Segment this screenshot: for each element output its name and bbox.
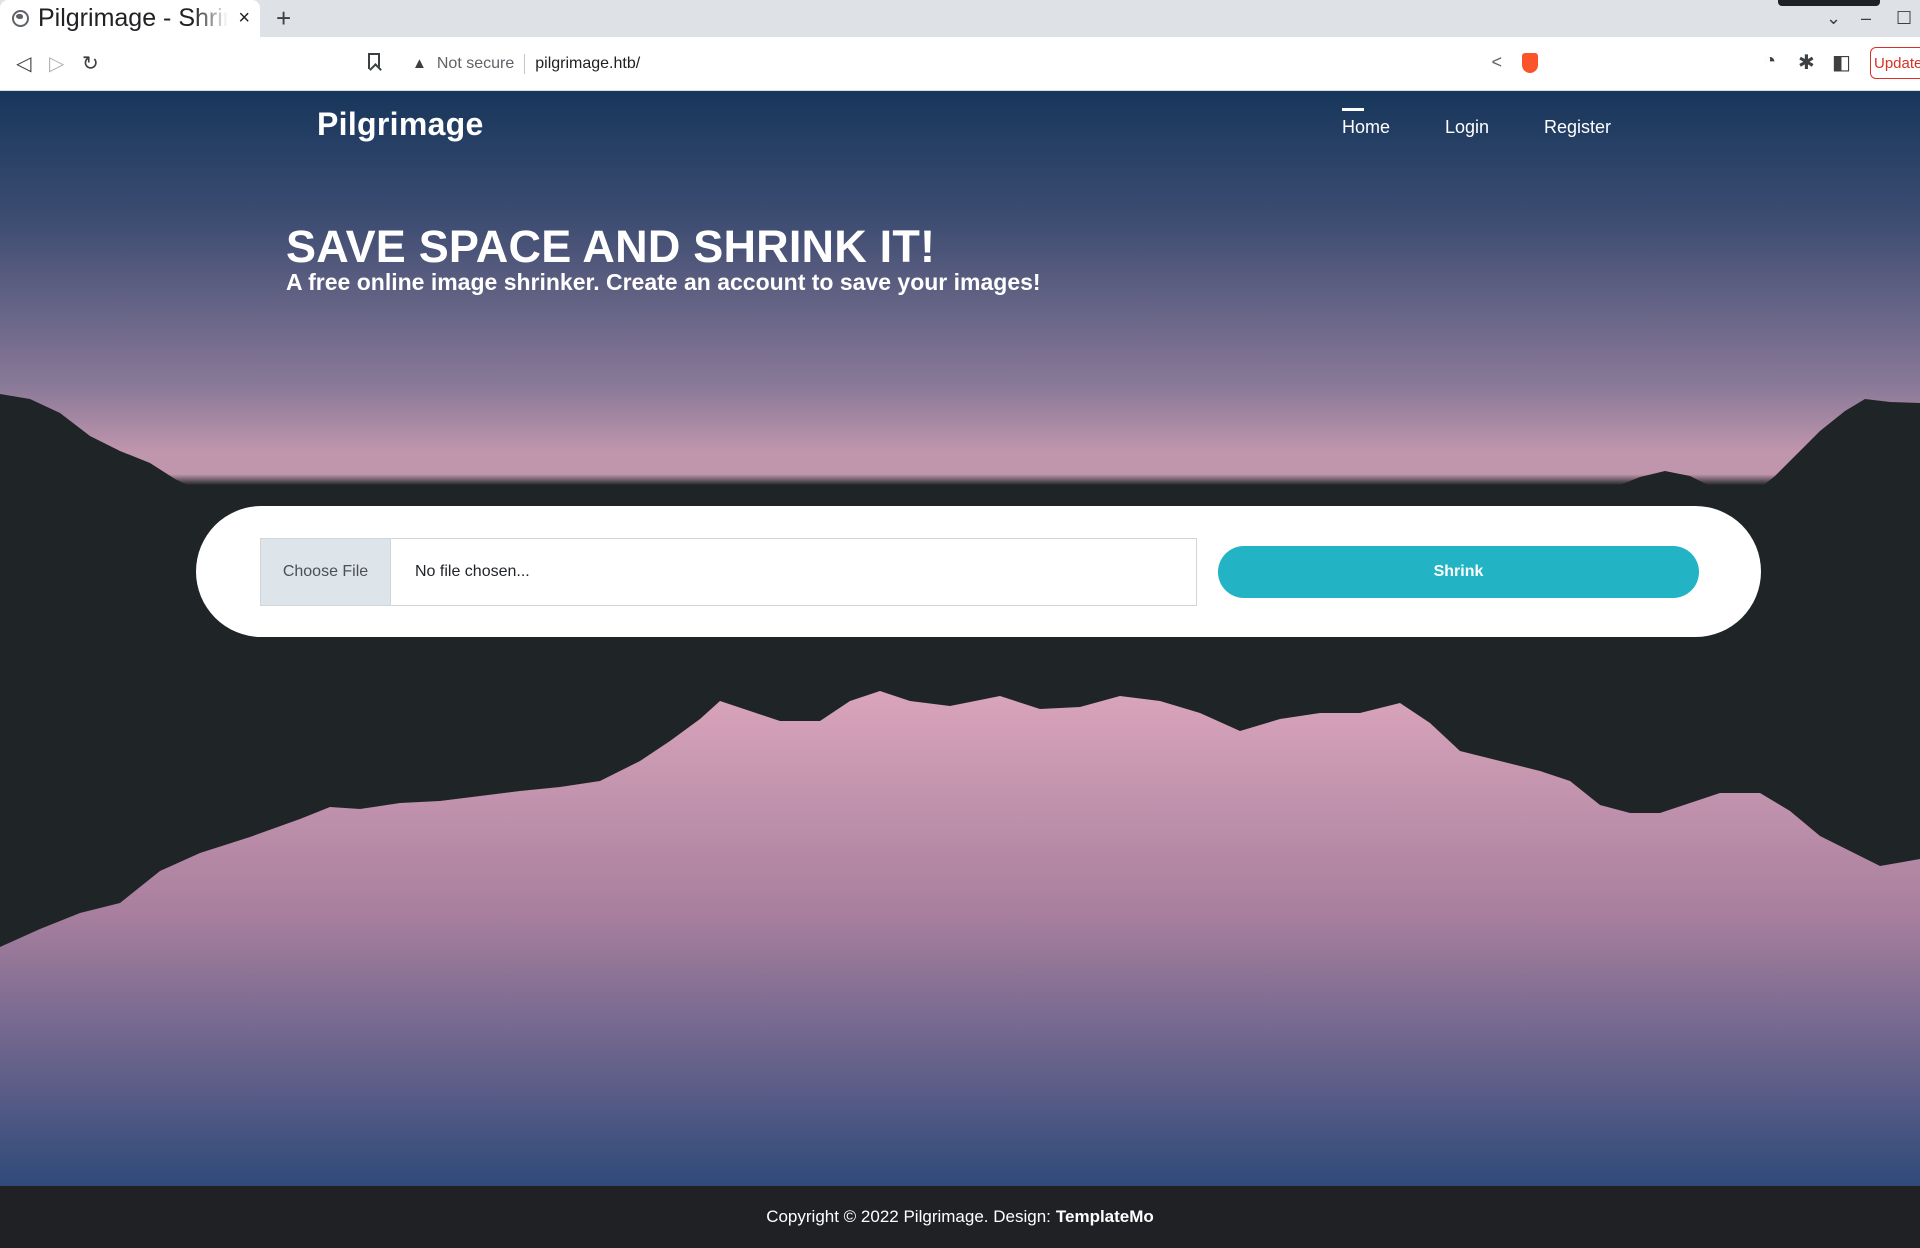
sidebar-icon[interactable]: ◧: [1832, 50, 1851, 75]
extension-icon[interactable]: ◔: [1764, 50, 1776, 73]
update-button[interactable]: Update: [1870, 47, 1920, 79]
nav-active-indicator: [1342, 108, 1364, 111]
mountain-right-silhouette: [1582, 399, 1920, 506]
hero-subtitle: A free online image shrinker. Create an …: [286, 269, 1041, 295]
nav-register-link[interactable]: Register: [1544, 117, 1611, 138]
url-text[interactable]: pilgrimage.htb/: [535, 55, 640, 73]
back-icon[interactable]: ◁: [16, 51, 31, 76]
site-footer: Copyright © 2022 Pilgrimage. Design: Tem…: [0, 1186, 1920, 1248]
footer-copyright: Copyright © 2022 Pilgrimage. Design:: [766, 1207, 1051, 1226]
brave-shield-icon[interactable]: [1522, 53, 1538, 73]
address-separator: [524, 53, 526, 74]
share-icon[interactable]: <: [1491, 52, 1502, 73]
site-logo[interactable]: Pilgrimage: [317, 106, 484, 143]
minimize-window-icon[interactable]: –: [1861, 8, 1871, 29]
browser-tab-strip: Pilgrimage - Shrink Your Images × + ⌄ – …: [0, 0, 1920, 37]
globe-icon: [12, 10, 29, 27]
nav-home-link[interactable]: Home: [1342, 117, 1390, 138]
puzzle-icon[interactable]: ✱: [1798, 50, 1815, 75]
choose-file-button[interactable]: Choose File: [261, 539, 391, 605]
profile-indicator: [1778, 0, 1880, 6]
nav-login-link[interactable]: Login: [1445, 117, 1489, 138]
page-viewport: Pilgrimage Home Login Register SAVE SPAC…: [0, 91, 1920, 1186]
upload-form: Choose File No file chosen... Shrink: [196, 506, 1761, 637]
mountain-reflection: [0, 691, 1920, 1186]
new-tab-button[interactable]: +: [276, 3, 291, 34]
hero-title: SAVE SPACE AND SHRINK IT!: [286, 221, 936, 272]
warning-icon: ▲: [412, 55, 427, 72]
mountain-left-silhouette: [0, 394, 300, 506]
footer-credit-link[interactable]: TemplateMo: [1056, 1207, 1154, 1227]
shrink-button[interactable]: Shrink: [1218, 546, 1699, 598]
reload-icon[interactable]: ↻: [82, 51, 99, 76]
tab-title: Pilgrimage - Shrink Your Images: [38, 4, 228, 32]
security-label[interactable]: Not secure: [437, 55, 514, 73]
bookmark-icon[interactable]: [368, 53, 380, 69]
browser-toolbar: ◁ ▷ ↻ ▲ Not secure pilgrimage.htb/ < ◔ ✱…: [0, 37, 1920, 91]
file-input[interactable]: Choose File No file chosen...: [260, 538, 1197, 606]
file-status-text: No file chosen...: [415, 563, 530, 580]
maximize-window-icon[interactable]: ☐: [1896, 8, 1912, 29]
browser-tab[interactable]: Pilgrimage - Shrink Your Images ×: [0, 0, 260, 37]
address-bar[interactable]: ▲ Not secure pilgrimage.htb/ <: [400, 40, 1556, 87]
forward-icon[interactable]: ▷: [49, 51, 64, 76]
tab-search-chevron-icon[interactable]: ⌄: [1826, 8, 1841, 29]
tab-close-button[interactable]: ×: [238, 7, 250, 30]
